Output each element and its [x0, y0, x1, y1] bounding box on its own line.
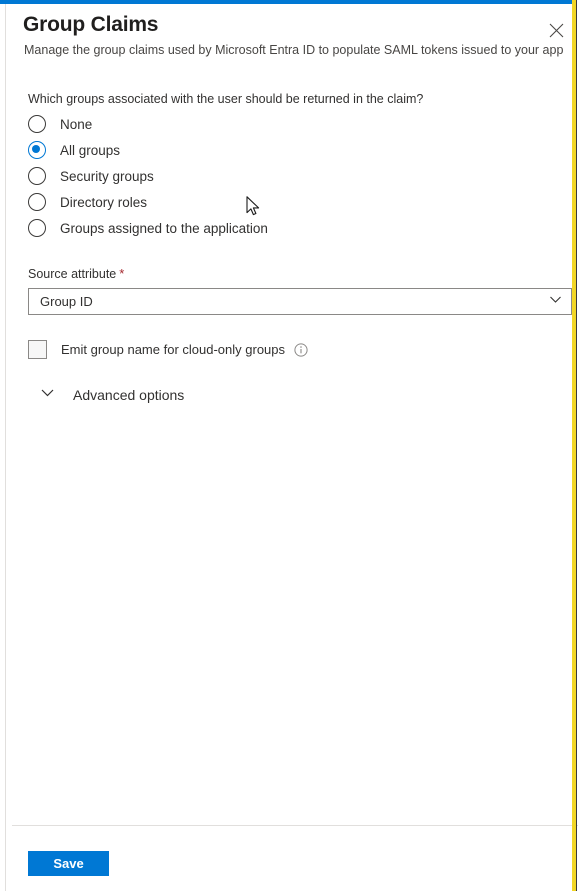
advanced-options-toggle[interactable]: Advanced options	[40, 385, 184, 405]
radio-option-none[interactable]: None	[28, 111, 448, 137]
source-attribute-value: Group ID	[40, 294, 93, 309]
required-asterisk: *	[119, 266, 125, 281]
source-attribute-label-text: Source attribute	[28, 267, 117, 281]
chevron-down-icon	[549, 293, 562, 311]
footer-divider	[12, 825, 578, 826]
right-edge-rule	[576, 0, 577, 891]
radio-label-all-groups: All groups	[60, 142, 121, 158]
radio-option-directory-roles[interactable]: Directory roles	[28, 189, 448, 215]
chevron-down-icon	[40, 385, 55, 405]
radio-mark-directory-roles	[28, 193, 46, 211]
emit-group-name-label: Emit group name for cloud-only groups	[61, 342, 286, 357]
close-button[interactable]	[540, 16, 572, 48]
source-attribute-label: Source attribute *	[28, 266, 573, 281]
source-attribute-select[interactable]: Group ID	[28, 288, 572, 315]
radio-mark-security-groups	[28, 167, 46, 185]
radio-option-groups-assigned-to-application[interactable]: Groups assigned to the application	[28, 215, 448, 241]
close-icon	[549, 23, 564, 41]
radio-mark-groups-assigned-to-application	[28, 219, 46, 237]
emit-group-name-checkbox[interactable]	[28, 340, 47, 359]
group-claims-question-label: Which groups associated with the user sh…	[28, 92, 424, 106]
radio-label-groups-assigned-to-application: Groups assigned to the application	[60, 220, 268, 236]
source-attribute-block: Source attribute * Group ID	[28, 266, 573, 315]
group-claims-panel: Group Claims Manage the group claims use…	[6, 4, 578, 891]
radio-label-directory-roles: Directory roles	[60, 194, 148, 210]
radio-mark-none	[28, 115, 46, 133]
emit-group-name-checkbox-row[interactable]: Emit group name for cloud-only groups	[28, 340, 308, 359]
group-claims-radio-group: None All groups Security groups Director…	[28, 111, 448, 241]
advanced-options-label: Advanced options	[73, 387, 185, 403]
radio-mark-all-groups	[28, 141, 46, 159]
page-title: Group Claims	[23, 13, 159, 36]
save-button[interactable]: Save	[28, 851, 109, 876]
info-icon[interactable]	[294, 342, 308, 357]
blade-frame: Group Claims Manage the group claims use…	[0, 0, 579, 891]
radio-option-all-groups[interactable]: All groups	[28, 137, 448, 163]
panel-header: Group Claims Manage the group claims use…	[6, 4, 572, 70]
radio-label-none: None	[60, 116, 93, 132]
page-subtitle: Manage the group claims used by Microsof…	[24, 43, 564, 57]
radio-option-security-groups[interactable]: Security groups	[28, 163, 448, 189]
radio-label-security-groups: Security groups	[60, 168, 154, 184]
